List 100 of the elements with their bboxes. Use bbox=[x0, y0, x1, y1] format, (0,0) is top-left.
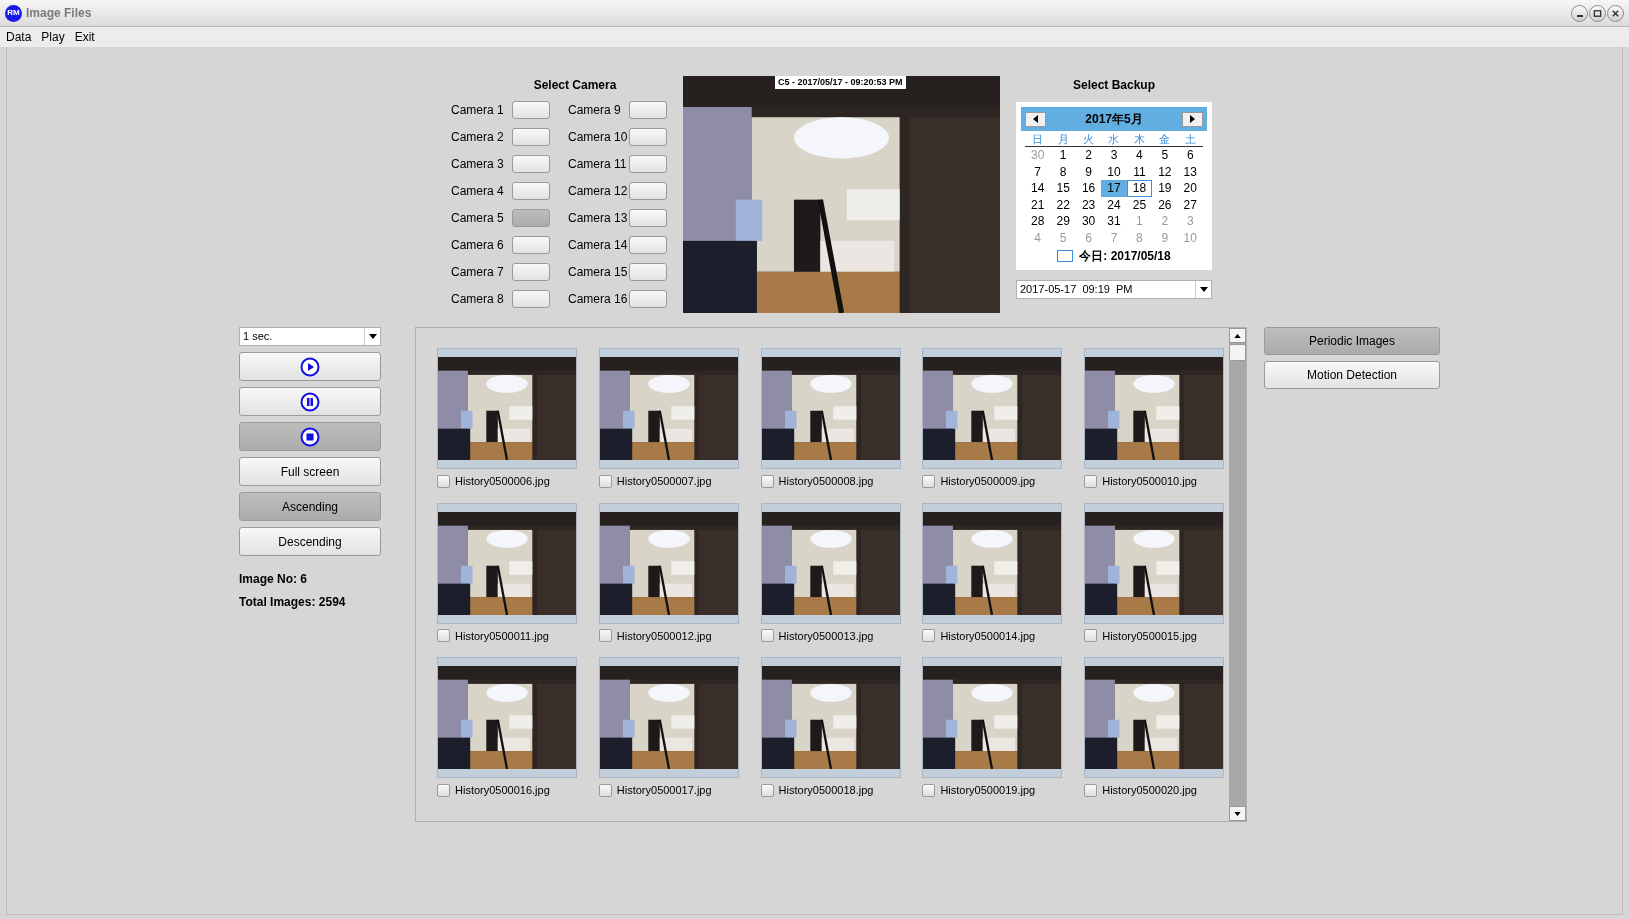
calendar-day[interactable]: 21 bbox=[1025, 196, 1051, 213]
thumbnail-frame[interactable] bbox=[922, 657, 1063, 778]
camera-button[interactable] bbox=[512, 236, 550, 254]
thumbnail-frame[interactable] bbox=[760, 657, 901, 778]
checkbox[interactable] bbox=[1084, 474, 1098, 488]
calendar-day[interactable]: 18 bbox=[1126, 180, 1153, 197]
calendar-day[interactable]: 29 bbox=[1050, 213, 1076, 230]
checkbox[interactable] bbox=[760, 783, 774, 797]
thumbnail-filename: History0500012.jpg bbox=[616, 628, 712, 644]
camera-button[interactable] bbox=[512, 128, 550, 146]
camera-button[interactable] bbox=[629, 236, 667, 254]
calendar-day[interactable]: 2 bbox=[1075, 147, 1102, 164]
checkbox[interactable] bbox=[922, 783, 936, 797]
pause-button[interactable] bbox=[239, 387, 381, 416]
calendar-day[interactable]: 25 bbox=[1126, 196, 1153, 213]
camera-button[interactable] bbox=[629, 263, 667, 281]
calendar-day[interactable]: 17 bbox=[1101, 180, 1127, 197]
calendar-day[interactable]: 13 bbox=[1177, 163, 1203, 180]
calendar-day[interactable]: 22 bbox=[1050, 196, 1076, 213]
calendar-day[interactable]: 11 bbox=[1126, 163, 1153, 180]
calendar-day[interactable]: 15 bbox=[1050, 180, 1076, 197]
view-button[interactable]: Ascending bbox=[239, 492, 381, 521]
today-label[interactable]: 今日: 2017/05/18 bbox=[1079, 247, 1171, 265]
thumbnail-frame[interactable] bbox=[760, 502, 901, 624]
camera-button[interactable] bbox=[512, 290, 550, 308]
calendar-day[interactable]: 19 bbox=[1152, 180, 1178, 197]
thumbnail-frame[interactable] bbox=[598, 348, 739, 469]
thumbnail-frame[interactable] bbox=[598, 657, 739, 778]
camera-button[interactable] bbox=[629, 209, 667, 227]
camera-button[interactable] bbox=[512, 101, 550, 119]
calendar-day[interactable]: 24 bbox=[1101, 196, 1127, 213]
thumbnail-frame[interactable] bbox=[1084, 502, 1225, 624]
checkbox[interactable] bbox=[437, 474, 450, 488]
calendar-day[interactable]: 4 bbox=[1126, 147, 1153, 164]
calendar-day[interactable]: 20 bbox=[1177, 180, 1203, 197]
calendar-day[interactable]: 3 bbox=[1101, 147, 1127, 164]
checkbox[interactable] bbox=[437, 629, 450, 643]
calendar-day[interactable]: 31 bbox=[1101, 213, 1127, 230]
minimize-button[interactable] bbox=[1571, 4, 1588, 22]
datetime-picker[interactable]: 2017-05-17 09:19 PM bbox=[1016, 280, 1212, 299]
calendar-day[interactable]: 5 bbox=[1152, 147, 1178, 164]
calendar-day[interactable]: 28 bbox=[1025, 213, 1051, 230]
stop-button[interactable] bbox=[239, 422, 381, 451]
camera-button[interactable] bbox=[512, 263, 550, 281]
camera-button[interactable] bbox=[629, 182, 667, 200]
mode-button[interactable]: Motion Detection bbox=[1264, 361, 1440, 389]
calendar-day[interactable]: 1 bbox=[1050, 147, 1076, 164]
calendar-day[interactable]: 9 bbox=[1075, 163, 1102, 180]
calendar-day[interactable]: 16 bbox=[1075, 180, 1102, 197]
mode-button[interactable]: Periodic Images bbox=[1264, 327, 1440, 355]
thumbnail-frame[interactable] bbox=[437, 348, 577, 469]
scroll-thumb[interactable] bbox=[1229, 344, 1246, 361]
camera-button[interactable] bbox=[512, 209, 550, 227]
calendar-day[interactable]: 23 bbox=[1075, 196, 1102, 213]
checkbox[interactable] bbox=[437, 783, 450, 797]
camera-button[interactable] bbox=[629, 101, 667, 119]
menu-item[interactable]: Exit bbox=[74, 28, 95, 46]
thumbnail-frame[interactable] bbox=[437, 502, 577, 624]
checkbox[interactable] bbox=[598, 629, 612, 643]
view-button[interactable]: Full screen bbox=[239, 457, 381, 486]
calendar-day[interactable]: 30 bbox=[1075, 213, 1102, 230]
thumbnail-frame[interactable] bbox=[1084, 657, 1225, 778]
checkbox[interactable] bbox=[598, 474, 612, 488]
menu-item[interactable]: Play bbox=[41, 28, 65, 46]
camera-button[interactable] bbox=[629, 290, 667, 308]
calendar-day[interactable]: 8 bbox=[1050, 163, 1076, 180]
camera-button[interactable] bbox=[629, 128, 667, 146]
thumbnail-frame[interactable] bbox=[922, 502, 1063, 624]
calendar-day[interactable]: 7 bbox=[1025, 163, 1051, 180]
thumbnail-frame[interactable] bbox=[598, 502, 739, 624]
previous-month-button[interactable] bbox=[1025, 111, 1046, 127]
calendar-day[interactable]: 14 bbox=[1025, 180, 1051, 197]
calendar-day[interactable]: 26 bbox=[1152, 196, 1178, 213]
checkbox[interactable] bbox=[760, 629, 774, 643]
scrollbar[interactable] bbox=[1229, 328, 1246, 821]
calendar-day[interactable]: 10 bbox=[1101, 163, 1127, 180]
maximize-button[interactable] bbox=[1589, 4, 1606, 22]
play-button[interactable] bbox=[239, 352, 381, 381]
camera-button[interactable] bbox=[512, 182, 550, 200]
thumbnail-frame[interactable] bbox=[1084, 348, 1225, 469]
checkbox[interactable] bbox=[922, 474, 936, 488]
checkbox[interactable] bbox=[598, 783, 612, 797]
calendar-day[interactable]: 6 bbox=[1177, 147, 1203, 164]
checkbox[interactable] bbox=[760, 474, 774, 488]
pause-icon bbox=[300, 391, 320, 412]
checkbox[interactable] bbox=[922, 629, 936, 643]
thumbnail-frame[interactable] bbox=[437, 657, 577, 778]
interval-dropdown[interactable]: 1 sec. bbox=[239, 327, 381, 346]
thumbnail-frame[interactable] bbox=[922, 348, 1063, 469]
calendar-day[interactable]: 12 bbox=[1152, 163, 1178, 180]
camera-button[interactable] bbox=[512, 155, 550, 173]
menu-item[interactable]: Data bbox=[6, 28, 32, 46]
next-month-button[interactable] bbox=[1182, 111, 1203, 127]
calendar-day[interactable]: 27 bbox=[1177, 196, 1203, 213]
view-button[interactable]: Descending bbox=[239, 527, 381, 556]
camera-button[interactable] bbox=[629, 155, 667, 173]
checkbox[interactable] bbox=[1084, 629, 1098, 643]
close-button[interactable] bbox=[1607, 4, 1624, 22]
thumbnail-frame[interactable] bbox=[760, 348, 901, 469]
checkbox[interactable] bbox=[1084, 783, 1098, 797]
